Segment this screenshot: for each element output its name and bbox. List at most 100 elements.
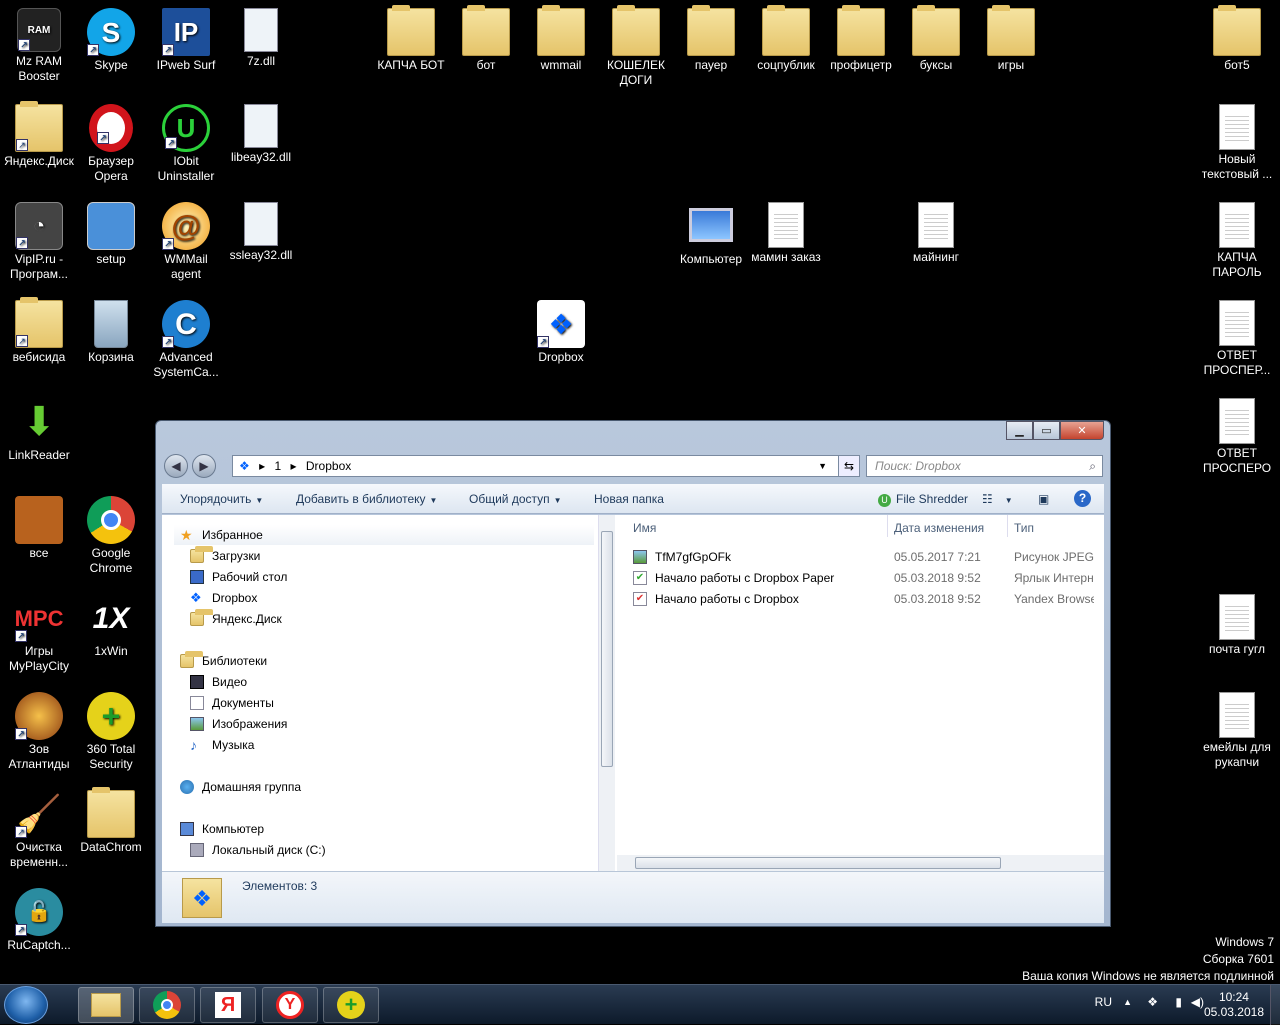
explorer-window[interactable]: ▁ ▭ ✕ ◀ ▶ ❖ ▸ 1 ▸ Dropbox ▼ ⇆ Поиск: Dro… — [155, 420, 1111, 927]
breadcrumb-item-1[interactable]: 1 — [274, 459, 281, 473]
nav-libraries[interactable]: Библиотеки — [174, 651, 267, 671]
desktop-icon-advanced-systemcare[interactable]: C ↗ Advanced SystemCa... — [147, 300, 225, 380]
breadcrumb-item-dropbox[interactable]: Dropbox — [306, 459, 351, 473]
nav-downloads[interactable]: Загрузки — [184, 546, 260, 566]
minimize-button[interactable]: ▁ — [1006, 421, 1033, 440]
desktop-icon-pochta-gugl[interactable]: почта гугл — [1198, 594, 1276, 657]
desktop-icon-otvet-prospero[interactable]: ОТВЕТ ПРОСПЕРО — [1198, 398, 1276, 476]
desktop-icon-myplaycity[interactable]: MPC ↗ Игры MyPlayCity — [0, 594, 78, 674]
network-icon[interactable]: ▮ — [1175, 995, 1182, 1009]
view-options-button[interactable]: ☷ ▼ — [982, 492, 1013, 506]
file-row[interactable]: ✔ Начало работы с Dropbox 05.03.2018 9:5… — [631, 589, 1104, 609]
desktop-icon-otvet-prosper[interactable]: ОТВЕТ ПРОСПЕР... — [1198, 300, 1276, 378]
desktop-icon-vse[interactable]: все — [0, 496, 78, 561]
nav-documents[interactable]: Документы — [184, 693, 274, 713]
desktop-icon-ssleay32-dll[interactable]: ssleay32.dll — [222, 202, 300, 263]
maximize-button[interactable]: ▭ — [1033, 421, 1060, 440]
column-header-type[interactable]: Тип — [1014, 521, 1034, 535]
column-header-date[interactable]: Дата изменения — [894, 521, 984, 535]
desktop-icon-mz-ram-booster[interactable]: RAM ↗ Mz RAM Booster — [0, 8, 78, 84]
nav-desktop[interactable]: Рабочий стол — [184, 567, 287, 587]
desktop-icon-iobit[interactable]: U ↗ IObit Uninstaller — [147, 104, 225, 184]
show-desktop-button[interactable] — [1270, 985, 1280, 1025]
close-button[interactable]: ✕ — [1060, 421, 1104, 440]
volume-icon[interactable]: ◀) — [1191, 995, 1204, 1009]
taskbar-360-security[interactable]: + — [323, 987, 379, 1023]
new-folder-button[interactable]: Новая папка — [594, 492, 664, 506]
desktop-icon-cleaner[interactable]: 🧹 ↗ Очистка временн... — [0, 790, 78, 870]
nav-video[interactable]: Видео — [184, 672, 247, 692]
desktop-icon-setup[interactable]: setup — [72, 202, 150, 267]
taskbar-yandex-browser[interactable]: Y — [262, 987, 318, 1023]
file-row[interactable]: ✔ Начало работы с Dropbox Paper 05.03.20… — [631, 568, 1104, 588]
nav-music[interactable]: ♪ Музыка — [184, 735, 254, 755]
desktop-icon-new-text[interactable]: Новый текстовый ... — [1198, 104, 1276, 182]
desktop-icon-chrome[interactable]: Google Chrome — [72, 496, 150, 576]
tray-expand-icon[interactable]: ▲ — [1123, 997, 1132, 1007]
clock[interactable]: 10:24 05.03.2018 — [1204, 990, 1264, 1020]
start-button[interactable] — [4, 986, 48, 1024]
desktop-icon-proficentr[interactable]: профицетр — [822, 5, 900, 73]
desktop-icon-wmmail[interactable]: wmmail — [522, 5, 600, 73]
desktop-icon-yandex-disk[interactable]: ↗ Яндекс.Диск — [0, 101, 78, 169]
preview-pane-button[interactable]: ▣ — [1038, 492, 1049, 506]
desktop-icon-vipip[interactable]: ◔ ↗ VipIP.ru - Програм... — [0, 202, 78, 282]
nav-homegroup[interactable]: Домашняя группа — [174, 777, 301, 797]
desktop-icon-ipweb[interactable]: IP ↗ IPweb Surf — [147, 8, 225, 73]
address-dropdown-icon[interactable]: ▼ — [818, 456, 827, 476]
address-bar[interactable]: ❖ ▸ 1 ▸ Dropbox ▼ — [232, 455, 858, 477]
forward-button[interactable]: ▶ — [192, 454, 216, 478]
help-button[interactable]: ? — [1074, 490, 1091, 507]
desktop-icon-bot[interactable]: бот — [447, 5, 525, 73]
desktop-icon-bot5[interactable]: бот5 — [1198, 5, 1276, 73]
nav-dropbox[interactable]: ❖ Dropbox — [184, 588, 257, 608]
desktop-icon-rucaptcha[interactable]: 🔓 ↗ RuCaptch... — [0, 888, 78, 953]
desktop-icon-igry[interactable]: игры — [972, 5, 1050, 73]
desktop-icon-libeay32-dll[interactable]: libeay32.dll — [222, 104, 300, 165]
desktop-icon-emails-rucaptcha[interactable]: емейлы для рукапчи — [1198, 692, 1276, 770]
taskbar-yandex[interactable]: Я — [200, 987, 256, 1023]
desktop-icon-vebisida[interactable]: ↗ вебисида — [0, 297, 78, 365]
desktop-icon-skype[interactable]: S ↗ Skype — [72, 8, 150, 73]
desktop-icon-7z-dll[interactable]: 7z.dll — [222, 8, 300, 69]
desktop-icon-wmmail-agent[interactable]: @ ↗ WMMail agent — [147, 202, 225, 282]
desktop-icon-mayning[interactable]: майнинг — [897, 202, 975, 265]
column-header-name[interactable]: Имя — [633, 521, 656, 535]
nav-computer[interactable]: Компьютер — [174, 819, 264, 839]
nav-vertical-scrollbar[interactable] — [598, 515, 615, 871]
desktop-icon-1xwin[interactable]: 1X 1xWin — [72, 594, 150, 659]
desktop-icon-linkreader[interactable]: ⬇ LinkReader — [0, 398, 78, 463]
scrollbar-thumb[interactable] — [635, 857, 1001, 869]
desktop-icon-360-security[interactable]: + 360 Total Security — [72, 692, 150, 772]
desktop-icon-pauer[interactable]: пауер — [672, 5, 750, 73]
desktop-icon-atlantis[interactable]: ↗ Зов Атлантиды — [0, 692, 78, 772]
nav-local-disk-c[interactable]: Локальный диск (C:) — [184, 840, 326, 860]
nav-favorites[interactable]: ★ Избранное — [174, 525, 594, 545]
file-row[interactable]: TfM7gfGpOFk 05.05.2017 7:21 Рисунок JPEG — [631, 547, 1104, 567]
desktop-icon-buksy[interactable]: буксы — [897, 5, 975, 73]
desktop-icon-datachrom[interactable]: DataChrom — [72, 787, 150, 855]
desktop-icon-recycle-bin[interactable]: Корзина — [72, 300, 150, 365]
desktop-icon-koshelek-dogi[interactable]: КОШЕЛЕК ДОГИ — [597, 5, 675, 88]
desktop-icon-socpublic[interactable]: соцпублик — [747, 5, 825, 73]
share-menu[interactable]: Общий доступ ▼ — [469, 492, 562, 506]
organize-menu[interactable]: Упорядочить ▼ — [180, 492, 263, 506]
desktop-icon-dropbox[interactable]: ❖ ↗ Dropbox — [522, 300, 600, 365]
desktop-icon-mamin-zakaz[interactable]: мамин заказ — [747, 202, 825, 265]
scrollbar-thumb[interactable] — [601, 531, 613, 767]
language-indicator[interactable]: RU — [1095, 995, 1112, 1009]
nav-yandex-disk[interactable]: Яндекс.Диск — [184, 609, 282, 629]
add-to-library-menu[interactable]: Добавить в библиотеку ▼ — [296, 492, 437, 506]
back-button[interactable]: ◀ — [164, 454, 188, 478]
desktop-icon-captcha-password[interactable]: КАПЧА ПАРОЛЬ — [1198, 202, 1276, 280]
search-input[interactable]: Поиск: Dropbox ⌕ — [866, 455, 1103, 477]
taskbar-explorer[interactable] — [78, 987, 134, 1023]
file-shredder-button[interactable]: U File Shredder — [878, 492, 968, 507]
desktop-icon-captcha-bot[interactable]: КАПЧА БОТ — [372, 5, 450, 73]
file-list-horizontal-scrollbar[interactable] — [617, 855, 1104, 871]
nav-images[interactable]: Изображения — [184, 714, 287, 734]
dropbox-tray-icon[interactable]: ❖ — [1147, 995, 1158, 1009]
taskbar-chrome[interactable] — [139, 987, 195, 1023]
refresh-button[interactable]: ⇆ — [838, 455, 860, 477]
desktop-icon-opera[interactable]: ↗ Браузер Opera — [72, 104, 150, 184]
